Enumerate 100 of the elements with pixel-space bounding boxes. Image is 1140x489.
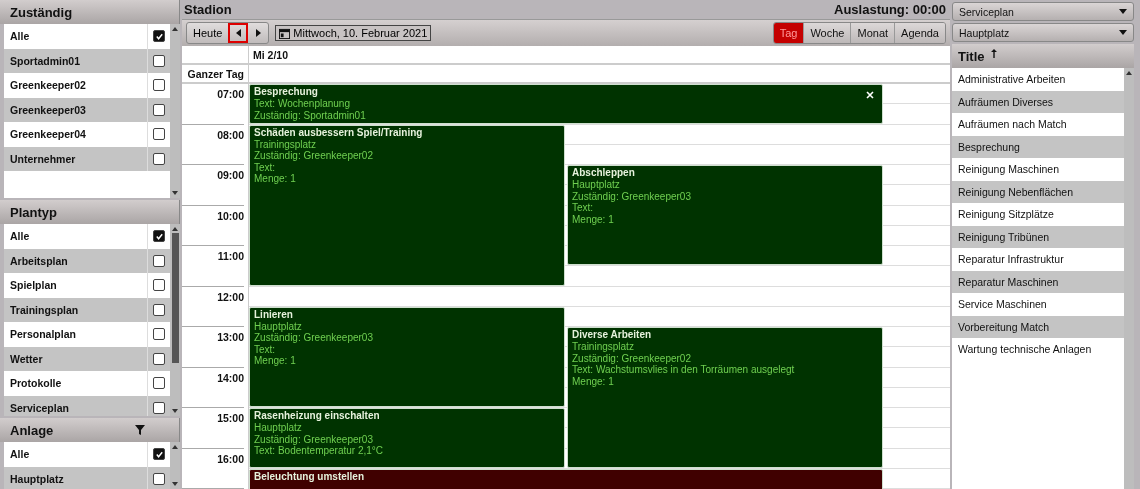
event-detail: Menge: 1 bbox=[572, 213, 614, 225]
event-title: Besprechung bbox=[254, 86, 318, 98]
filter-row[interactable]: Sportadmin01 bbox=[4, 48, 170, 73]
checkbox[interactable] bbox=[153, 279, 165, 292]
hour-label: 16:00 bbox=[217, 452, 244, 467]
filter-row[interactable]: Serviceplan bbox=[4, 395, 170, 416]
event-detail: Text: Bodentemperatur 2,1°C bbox=[254, 445, 384, 457]
checkbox[interactable] bbox=[153, 401, 165, 414]
checkbox[interactable] bbox=[153, 472, 165, 485]
event-detail: Hauptplatz bbox=[572, 179, 620, 191]
list-header[interactable]: Title bbox=[952, 44, 1134, 68]
checkbox[interactable] bbox=[153, 30, 165, 43]
event-detail: Hauptplatz bbox=[254, 422, 302, 434]
panel-title: Plantyp bbox=[10, 204, 57, 220]
close-icon[interactable] bbox=[866, 91, 874, 99]
list-item[interactable]: Besprechung bbox=[952, 135, 1124, 158]
previous-button[interactable] bbox=[228, 23, 249, 43]
hour-label: 11:00 bbox=[217, 250, 244, 264]
checkbox[interactable] bbox=[153, 448, 165, 461]
date-picker[interactable]: Mittwoch, 10. Februar 2021 bbox=[275, 25, 432, 41]
event-card[interactable]: Schäden ausbessern Spiel/Training Trainingsplatz Zuständig: Greenkeeper02 Text: Menge: 1 bbox=[249, 124, 565, 286]
event-detail: Text: bbox=[572, 202, 594, 214]
event-detail: Zuständig: Greenkeeper03 bbox=[254, 433, 373, 445]
event-title: Linieren bbox=[254, 308, 293, 321]
checkbox[interactable] bbox=[153, 103, 165, 116]
event-detail: Menge: 1 bbox=[572, 375, 614, 387]
filter-row[interactable]: Arbeitsplan bbox=[4, 248, 170, 273]
filter-row[interactable]: Greenkeeper03 bbox=[4, 97, 170, 122]
event-detail: Zuständig: Sportadmin01 bbox=[254, 109, 366, 121]
scroll-up-icon[interactable] bbox=[172, 445, 178, 449]
scroll-thumb[interactable] bbox=[171, 233, 179, 363]
hour-label: 09:00 bbox=[217, 169, 244, 183]
filter-row[interactable]: Wetter bbox=[4, 346, 170, 371]
dropdown[interactable]: Hauptplatz bbox=[952, 23, 1134, 42]
calendar-icon bbox=[279, 27, 291, 39]
scroll-down-icon[interactable] bbox=[172, 482, 178, 486]
event-title: Abschleppen bbox=[572, 167, 635, 179]
event-detail: Menge: 1 bbox=[254, 173, 296, 185]
event-title: Beleuchtung umstellen bbox=[254, 470, 364, 483]
event-card[interactable]: Abschleppen Hauptplatz Zuständig: Greenkeeper03 Text: Menge: 1 bbox=[567, 165, 883, 266]
scroll-up-icon[interactable] bbox=[172, 27, 178, 31]
event-card[interactable]: Diverse Arbeiten Trainingsplatz Zuständig: Greenkeeper02 Text: Wachstumsvlies in den Torräumen ausgelegt Menge: 1 bbox=[567, 327, 883, 468]
scroll-up-icon[interactable] bbox=[1126, 71, 1132, 75]
column-title: Title bbox=[958, 48, 985, 64]
panel-title: Anlage bbox=[10, 422, 54, 438]
scrollbar[interactable] bbox=[170, 24, 180, 198]
left-triangle-icon bbox=[235, 29, 241, 37]
view-tab[interactable]: Agenda bbox=[894, 23, 945, 43]
scroll-down-icon[interactable] bbox=[172, 409, 178, 413]
scroll-down-icon[interactable] bbox=[172, 191, 178, 195]
event-detail: Zuständig: Greenkeeper03 bbox=[572, 190, 691, 202]
hour-label: 08:00 bbox=[217, 128, 244, 143]
checkbox[interactable] bbox=[153, 254, 165, 267]
view-tab[interactable]: Monat bbox=[850, 23, 895, 43]
checkbox[interactable] bbox=[153, 152, 165, 165]
filter-row[interactable]: Unternehmer bbox=[4, 146, 170, 171]
event-card[interactable]: Linieren Hauptplatz Zuständig: Greenkeeper03 Text: Menge: 1 bbox=[249, 306, 565, 407]
event-detail: Text: Wachstumsvlies in den Torräumen ausgelegt bbox=[572, 364, 795, 376]
list-item[interactable]: Reinigung Nebenflächen bbox=[952, 180, 1124, 203]
event-detail: Hauptplatz bbox=[254, 320, 302, 333]
event-detail: Zuständig: Greenkeeper02 bbox=[254, 150, 373, 162]
event-card[interactable]: Beleuchtung umstellen bbox=[249, 468, 883, 489]
scrollbar[interactable] bbox=[170, 442, 180, 489]
checkbox[interactable] bbox=[153, 79, 165, 92]
filter-row[interactable]: Trainingsplan bbox=[4, 297, 170, 322]
event-detail: Text: Wochenplanung bbox=[254, 98, 350, 110]
calendar-title: Stadion bbox=[184, 2, 232, 17]
event-detail: Zuständig: Greenkeeper03 bbox=[254, 332, 373, 344]
event-title: Schäden ausbessern Spiel/Training bbox=[254, 126, 423, 139]
right-triangle-icon bbox=[255, 29, 261, 37]
checkbox[interactable] bbox=[153, 303, 165, 316]
checkbox[interactable] bbox=[153, 54, 165, 67]
checkbox[interactable] bbox=[153, 328, 165, 341]
utilization-label: Auslastung: 00:00 bbox=[834, 2, 946, 17]
hour-label: 12:00 bbox=[217, 290, 244, 305]
event-detail: Trainingsplatz bbox=[254, 138, 316, 150]
event-detail: Menge: 1 bbox=[254, 355, 296, 367]
checkbox[interactable] bbox=[153, 352, 165, 365]
list-item[interactable]: Reparatur Maschinen bbox=[952, 270, 1124, 293]
list-item[interactable]: Reinigung Tribünen bbox=[952, 225, 1124, 248]
dropdown-caret-icon bbox=[1119, 30, 1127, 35]
event-card[interactable]: Besprechung Text: Wochenplanung Zuständig: Sportadmin01 bbox=[249, 84, 883, 124]
checkbox[interactable] bbox=[153, 230, 165, 243]
scroll-up-icon[interactable] bbox=[172, 227, 178, 231]
checkbox[interactable] bbox=[153, 377, 165, 390]
hour-label: 13:00 bbox=[217, 331, 244, 345]
event-detail: Trainingsplatz bbox=[572, 341, 634, 353]
view-tab[interactable]: Woche bbox=[803, 23, 851, 43]
event-title: Diverse Arbeiten bbox=[572, 329, 652, 341]
event-card[interactable]: Rasenheizung einschalten Hauptplatz Zuständig: Greenkeeper03 Text: Bodentemperatur 2,1°C bbox=[249, 408, 565, 468]
filter-row[interactable]: Hauptplatz bbox=[4, 466, 170, 489]
list-item[interactable]: Vorbereitung Match bbox=[952, 315, 1124, 338]
hour-label: 14:00 bbox=[217, 371, 244, 386]
event-detail: Text: bbox=[254, 343, 276, 356]
scrollbar[interactable] bbox=[170, 224, 180, 416]
list-item[interactable]: Aufräumen Diverses bbox=[952, 90, 1124, 113]
dropdown[interactable]: Serviceplan bbox=[952, 2, 1134, 21]
hour-label: 15:00 bbox=[217, 412, 244, 426]
checkbox[interactable] bbox=[153, 128, 165, 141]
filter-icon[interactable] bbox=[135, 425, 145, 435]
